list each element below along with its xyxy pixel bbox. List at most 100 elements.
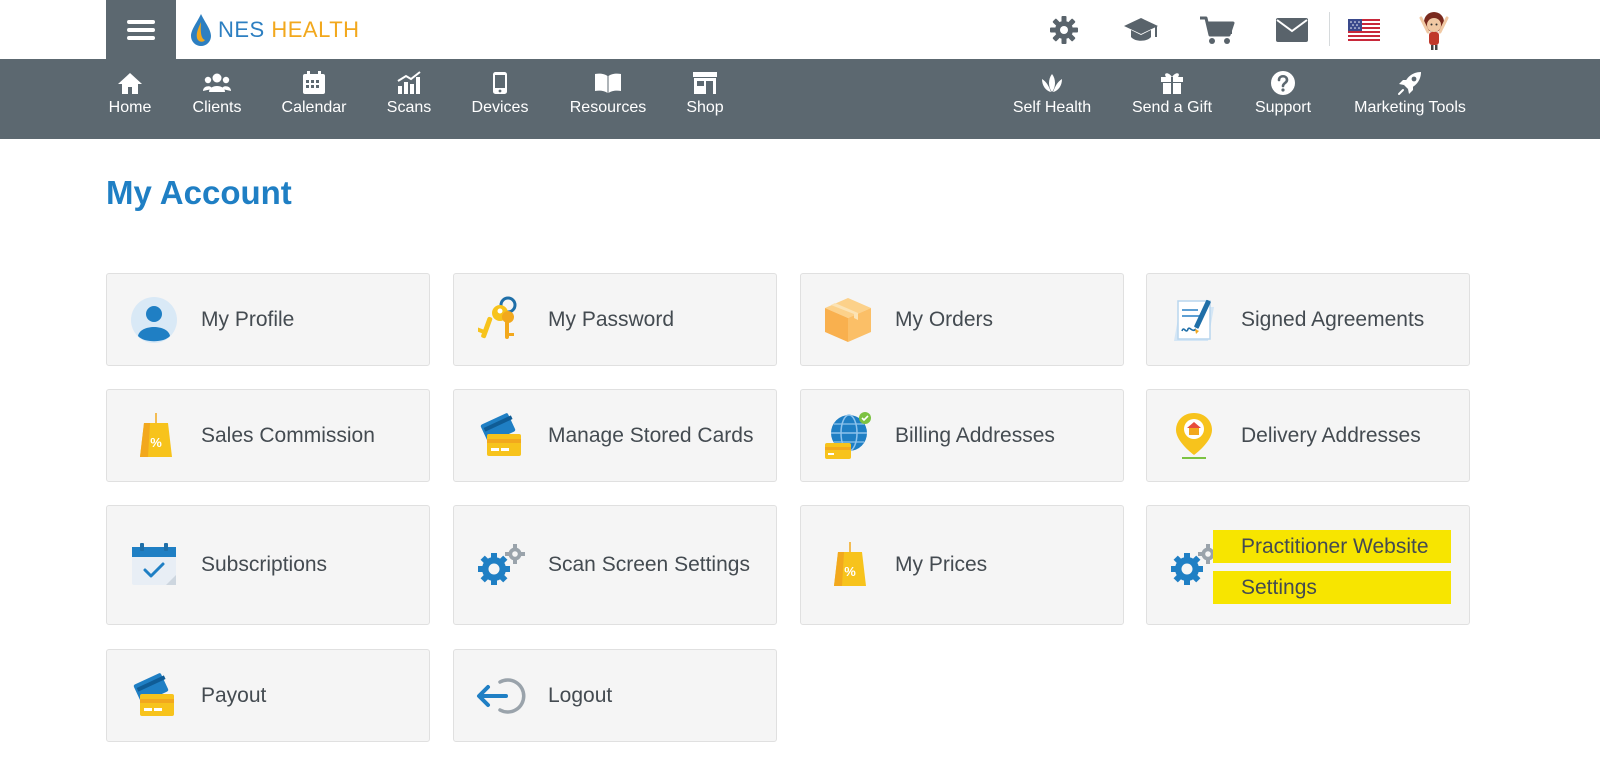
hamburger-icon: [127, 19, 155, 40]
nav-label-resources: Resources: [569, 99, 647, 116]
calendar-icon: [302, 69, 326, 97]
nav-calendar[interactable]: Calendar: [281, 69, 347, 129]
card-subscriptions[interactable]: Subscriptions: [106, 505, 430, 625]
cards-icon: [476, 411, 526, 461]
card-label-practitioner-website-settings: Practitioner Website Settings: [1213, 530, 1451, 604]
profile-icon: [129, 295, 179, 345]
nav-support[interactable]: Support: [1252, 69, 1314, 129]
card-sales-commission[interactable]: % Sales Commission: [106, 389, 430, 482]
card-scan-screen-settings[interactable]: Scan Screen Settings: [453, 505, 777, 625]
card-my-password[interactable]: My Password: [453, 273, 777, 366]
settings-button[interactable]: [1046, 12, 1082, 48]
card-logout[interactable]: Logout: [453, 649, 777, 742]
nav-label-support: Support: [1254, 99, 1312, 116]
brand-logo[interactable]: NES HEALTH: [190, 12, 360, 48]
nav-clients[interactable]: Clients: [189, 69, 245, 129]
card-label-manage-stored-cards: Manage Stored Cards: [548, 423, 754, 447]
card-label-my-prices: My Prices: [895, 553, 988, 576]
nav-self-health[interactable]: Self Health: [1011, 69, 1093, 129]
card-payout[interactable]: Payout: [106, 649, 430, 742]
card-label-line1: Practitioner Website: [1213, 530, 1451, 563]
page-title: My Account: [106, 174, 292, 211]
card-label-subscriptions: Subscriptions: [201, 553, 328, 576]
shop-icon: [692, 69, 718, 97]
card-my-orders[interactable]: My Orders: [800, 273, 1124, 366]
nav-label-calendar: Calendar: [281, 99, 347, 116]
cart-icon: [1200, 16, 1235, 44]
nav-send-gift[interactable]: Send a Gift: [1130, 69, 1214, 129]
lotus-icon: [1038, 69, 1066, 97]
nav-label-marketing-tools: Marketing Tools: [1354, 99, 1466, 116]
card-practitioner-website-settings[interactable]: Practitioner Website Settings: [1146, 505, 1470, 625]
nav-label-scans: Scans: [386, 99, 432, 116]
card-my-profile[interactable]: My Profile: [106, 273, 430, 366]
card-label-payout: Payout: [201, 683, 267, 707]
svg-text:%: %: [844, 564, 856, 579]
gift-icon: [1160, 69, 1184, 97]
nav-shop[interactable]: Shop: [685, 69, 725, 129]
brand-name-part1: NES: [218, 17, 265, 42]
card-label-delivery-addresses: Delivery Addresses: [1241, 423, 1421, 447]
top-bar: NES HEALTH: [0, 0, 1600, 59]
card-label-logout: Logout: [548, 683, 613, 707]
graduation-cap-icon: [1124, 18, 1158, 41]
card-label-line2: Settings: [1213, 571, 1451, 604]
calendar-check-icon: [129, 540, 179, 590]
devices-icon: [492, 69, 508, 97]
location-pin-icon: [1169, 411, 1219, 461]
drop-logo-icon: [191, 14, 211, 46]
card-label-signed-agreements: Signed Agreements: [1241, 307, 1425, 331]
language-button[interactable]: [1346, 12, 1382, 48]
box-icon: [823, 295, 873, 345]
menu-button[interactable]: [106, 0, 176, 59]
card-label-billing-addresses: Billing Addresses: [895, 423, 1055, 447]
clients-icon: [203, 69, 231, 97]
question-icon: [1270, 69, 1296, 97]
card-label-sales-commission: Sales Commission: [201, 423, 375, 447]
price-tag-icon: %: [823, 540, 873, 590]
card-delivery-addresses[interactable]: Delivery Addresses: [1146, 389, 1470, 482]
us-flag-icon: [1348, 19, 1380, 41]
cart-button[interactable]: [1197, 12, 1237, 48]
nav-label-devices: Devices: [471, 99, 529, 116]
card-label-scan-screen-settings: Scan Screen Settings: [548, 553, 750, 576]
nav-scans[interactable]: Scans: [386, 69, 432, 129]
book-icon: [594, 69, 622, 97]
signed-document-icon: [1169, 295, 1219, 345]
rocket-icon: [1397, 69, 1423, 97]
training-button[interactable]: [1121, 12, 1161, 48]
main-nav: Home Clients Calendar Scans Devices Reso…: [0, 59, 1600, 139]
svg-text:%: %: [150, 435, 162, 450]
gears-icon: [1169, 540, 1219, 590]
gear-icon: [1050, 16, 1078, 44]
nav-resources[interactable]: Resources: [568, 69, 648, 129]
nav-label-clients: Clients: [192, 99, 242, 116]
globe-card-icon: [823, 411, 873, 461]
cards-icon: [129, 671, 179, 721]
nav-devices[interactable]: Devices: [471, 69, 529, 129]
nav-label-self-health: Self Health: [1012, 99, 1092, 116]
nav-label-send-gift: Send a Gift: [1131, 99, 1213, 116]
card-billing-addresses[interactable]: Billing Addresses: [800, 389, 1124, 482]
card-signed-agreements[interactable]: Signed Agreements: [1146, 273, 1470, 366]
gears-icon: [476, 540, 526, 590]
card-my-prices[interactable]: % My Prices: [800, 505, 1124, 625]
logout-icon: [476, 671, 526, 721]
nav-marketing-tools[interactable]: Marketing Tools: [1351, 69, 1469, 129]
user-avatar-button[interactable]: [1413, 8, 1455, 50]
divider: [1329, 12, 1330, 46]
card-label-my-profile: My Profile: [201, 307, 295, 331]
brand-name: NES HEALTH: [218, 17, 360, 43]
keys-icon: [476, 295, 526, 345]
card-manage-stored-cards[interactable]: Manage Stored Cards: [453, 389, 777, 482]
scans-icon: [396, 69, 422, 97]
mail-icon: [1276, 18, 1308, 42]
messages-button[interactable]: [1273, 12, 1311, 48]
home-icon: [117, 69, 143, 97]
nav-label-shop: Shop: [686, 99, 724, 116]
nav-label-home: Home: [108, 99, 152, 116]
nav-home[interactable]: Home: [107, 69, 153, 129]
brand-name-part2: HEALTH: [271, 17, 360, 42]
avatar: [1419, 12, 1449, 50]
card-label-my-password: My Password: [548, 307, 675, 331]
